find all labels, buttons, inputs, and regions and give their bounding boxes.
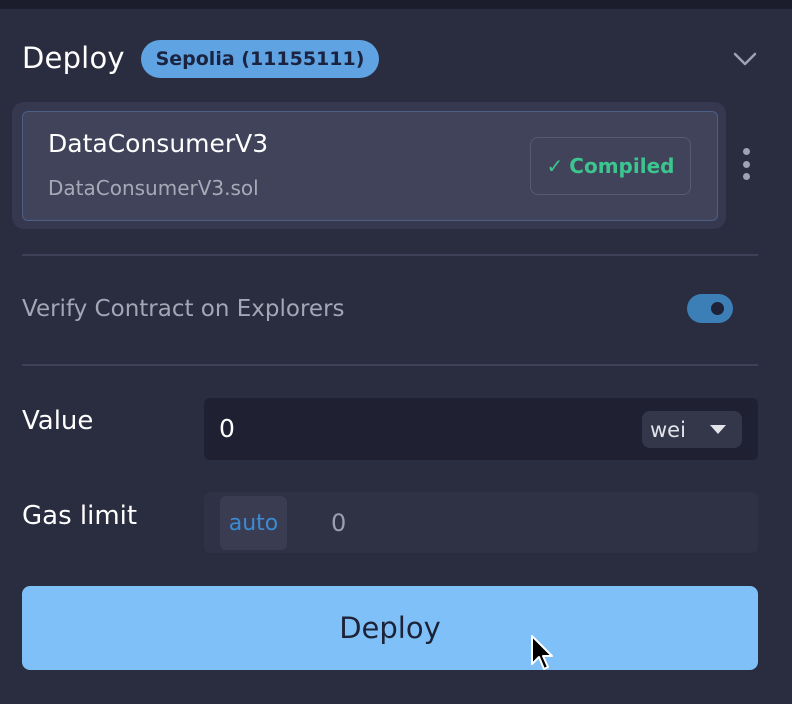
section-title: Deploy	[22, 41, 125, 75]
network-badge: Sepolia (11155111)	[141, 40, 379, 78]
contract-file-name: DataConsumerV3.sol	[48, 176, 259, 200]
top-strip	[0, 0, 792, 9]
toggle-knob	[711, 302, 724, 315]
check-icon: ✓	[546, 154, 564, 178]
divider	[22, 364, 758, 366]
kebab-menu-icon[interactable]	[738, 148, 754, 180]
unit-select[interactable]: wei	[642, 411, 742, 448]
divider	[22, 254, 758, 256]
gas-limit-input[interactable]	[204, 492, 758, 553]
value-input-text[interactable]: 0	[219, 413, 235, 445]
chevron-down-icon[interactable]	[730, 50, 760, 70]
deploy-button[interactable]: Deploy	[22, 586, 758, 670]
caret-down-icon	[710, 425, 726, 434]
gas-auto-button[interactable]: auto	[220, 496, 287, 550]
verify-contract-toggle[interactable]	[687, 294, 733, 323]
value-label: Value	[22, 406, 94, 436]
compiled-status-badge: ✓ Compiled	[530, 137, 691, 195]
mouse-pointer-icon	[531, 635, 553, 670]
compiled-status-label: Compiled	[569, 154, 675, 178]
contract-name: DataConsumerV3	[48, 129, 269, 158]
unit-select-value: wei	[650, 417, 686, 442]
verify-contract-label: Verify Contract on Explorers	[22, 296, 345, 322]
gas-limit-label: Gas limit	[22, 501, 138, 531]
gas-limit-value[interactable]: 0	[331, 507, 346, 539]
